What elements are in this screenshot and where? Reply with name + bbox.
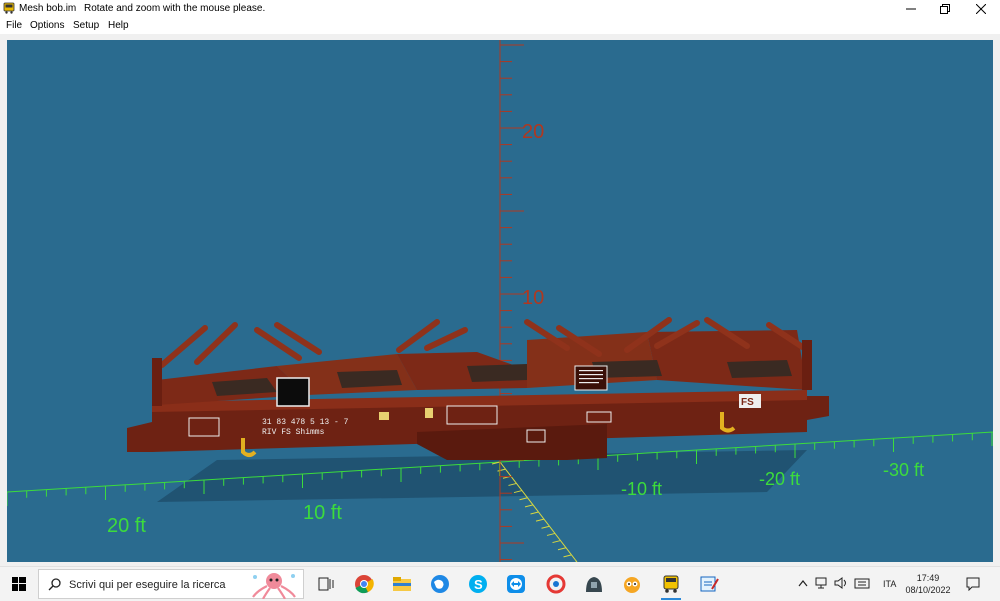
3d-viewport[interactable]: 20 ft 10 ft -10 ft -20 ft -30 ft 20 10 3… [7,40,993,562]
close-icon [976,4,986,14]
axis-tick [552,540,561,544]
window-hint: Rotate and zoom with the mouse please. [84,3,266,14]
axis-tick [530,511,539,515]
app-red-icon [546,574,566,594]
file-explorer-button[interactable] [390,572,414,596]
axis-tick [563,554,572,558]
menu-help[interactable]: Help [108,20,129,31]
menu-bar: File Options Setup Help [0,18,1000,34]
app-dark-icon [586,577,602,592]
wagon-class: RIV FS Shimms [262,428,325,437]
language-indicator[interactable]: ITA [883,579,896,589]
teamviewer-button[interactable] [504,572,528,596]
axis-tick [519,497,528,501]
axis-tick [541,525,550,529]
ground-label-neg10: -10 ft [621,479,662,499]
minimize-icon [906,8,916,10]
clock[interactable]: 17:49 08/10/2022 [904,572,952,596]
placard-black [276,377,310,407]
train-app-button[interactable] [659,572,683,596]
ground-label-20: 20 ft [107,515,146,537]
svg-text:FS: FS [741,397,754,408]
axis-tick [557,547,567,551]
train-app-icon [3,2,15,14]
editor-app-button[interactable] [697,572,721,596]
task-view-icon [318,577,334,591]
wagon-model[interactable]: 31 83 478 5 13 - 7 RIV FS Shimms FS [127,317,829,460]
red-app-button[interactable] [544,572,568,596]
axis-tick [535,518,545,522]
teamviewer-icon [507,575,525,593]
minimize-button[interactable] [894,0,928,18]
dark-app-button[interactable] [582,572,606,596]
vertical-label-20: 20 [522,121,544,143]
start-button[interactable] [0,567,38,601]
volume-icon[interactable] [834,577,848,589]
globe-app-button[interactable] [428,572,452,596]
app-blue-globe-icon [431,575,449,593]
file-explorer-icon [393,577,411,591]
taskbar: Scrivi qui per eseguire la ricerca S ITA… [0,566,1000,601]
ground-label-10: 10 ft [303,502,342,524]
app-eye-icon [624,577,640,593]
title-bar: Mesh bob.im Rotate and zoom with the mou… [0,0,1000,18]
axis-tick [524,504,534,508]
windows-icon [12,577,26,591]
search-box[interactable]: Scrivi qui per eseguire la ricerca [38,569,304,599]
ground-label-neg30: -30 ft [883,460,924,480]
vertical-label-10: 10 [522,287,544,309]
clock-date: 08/10/2022 [905,585,951,595]
svg-text:S: S [474,577,483,592]
chrome-icon [355,575,374,594]
search-placeholder: Scrivi qui per eseguire la ricerca [69,579,226,591]
clock-time: 17:49 [916,573,940,583]
notifications-icon[interactable] [966,577,980,591]
menu-setup[interactable]: Setup [73,20,99,31]
octopus-illustration-icon [252,573,296,599]
app-editor-icon [700,576,719,592]
ground-label-neg20: -20 ft [759,469,800,489]
task-view-button[interactable] [314,572,338,596]
wagon-number: 31 83 478 5 13 - 7 [262,418,349,427]
keyboard-icon[interactable] [854,577,870,589]
skype-button[interactable]: S [466,572,490,596]
train-app-icon [663,575,679,593]
eye-app-button[interactable] [620,572,644,596]
window-title: Mesh bob.im [19,3,77,14]
close-button[interactable] [964,0,998,18]
menu-options[interactable]: Options [30,20,64,31]
axis-tick [546,532,556,536]
restore-icon [940,4,950,14]
search-icon [48,578,61,591]
chevron-up-icon[interactable] [798,579,808,587]
restore-button[interactable] [928,0,962,18]
menu-file[interactable]: File [6,20,22,31]
scene: 20 ft 10 ft -10 ft -20 ft -30 ft 20 10 3… [7,40,993,562]
chrome-button[interactable] [352,572,376,596]
skype-icon: S [469,575,487,593]
network-icon[interactable] [815,577,829,589]
